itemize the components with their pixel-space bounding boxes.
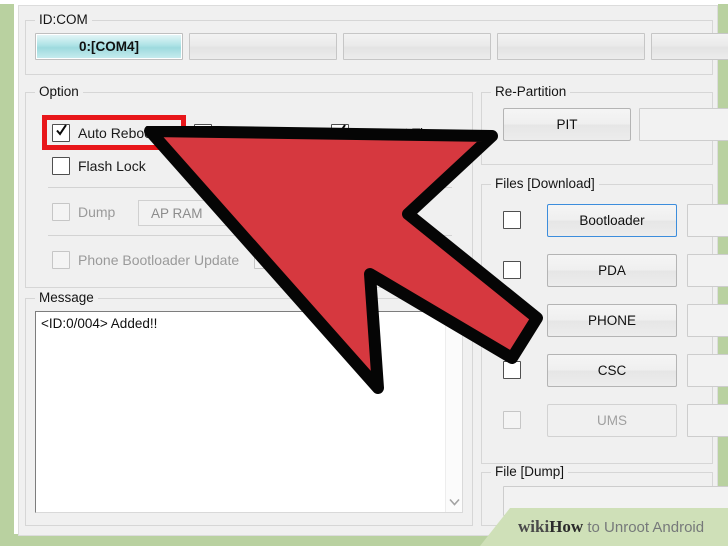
odin-flash-tool-screenshot: ID:COM 0:[COM4] Option Auto Reboot Re-Pa… <box>0 0 728 546</box>
app-window: ID:COM 0:[COM4] Option Auto Reboot Re-Pa… <box>18 5 728 536</box>
flash-lock-checkbox-box[interactable] <box>52 157 70 175</box>
pda-path-field[interactable] <box>687 254 728 287</box>
csc-checkbox[interactable] <box>503 361 521 379</box>
com-slot-3-label <box>498 34 644 59</box>
ums-path-field <box>687 404 728 437</box>
frame-edge-top <box>0 0 728 4</box>
dump-label: Dump <box>78 204 116 220</box>
option-extra-3-checkbox-box <box>254 251 272 269</box>
ums-checkbox <box>503 411 521 429</box>
phone-button-label: PHONE <box>587 313 636 328</box>
message-log-text: <ID:0/004> Added!! <box>41 316 158 331</box>
dump-target-value: AP RAM <box>151 206 203 221</box>
bootloader-checkbox[interactable] <box>503 211 521 229</box>
chevron-down-icon[interactable] <box>446 493 462 510</box>
com-slot-2[interactable] <box>343 33 491 60</box>
dump-target-combo: AP RAM <box>138 200 260 226</box>
chevron-up-icon[interactable] <box>446 314 462 331</box>
option-extra-2-checkbox-box[interactable] <box>194 157 212 175</box>
com-slot-4-label <box>652 34 728 59</box>
pit-button-label: PIT <box>556 117 578 132</box>
com-slot-1[interactable] <box>189 33 337 60</box>
files-download-legend: Files [Download] <box>491 176 599 192</box>
com-slot-2-label <box>344 34 490 59</box>
bootloader-button[interactable]: Bootloader <box>547 204 677 237</box>
message-group: Message <ID:0/004> Added!! <box>25 290 473 526</box>
option-divider-1 <box>48 187 452 188</box>
com-slot-0[interactable]: 0:[COM4] <box>35 33 183 60</box>
ums-button: UMS <box>547 404 677 437</box>
csc-button-label: CSC <box>597 363 627 378</box>
files-download-group: Files [Download] Bootloader PDA PHONE CS… <box>481 176 728 464</box>
flash-lock-label: Flash Lock <box>78 158 146 174</box>
watermark-text: wikiHow to Unroot Android <box>518 517 704 537</box>
phone-button[interactable]: PHONE <box>547 304 677 337</box>
idcom-legend: ID:COM <box>35 12 92 28</box>
f-reset-time-checkbox-box[interactable] <box>331 124 349 142</box>
check-icon <box>335 124 346 136</box>
bootloader-button-label: Bootloader <box>579 213 645 228</box>
com-slot-3[interactable] <box>497 33 645 60</box>
pda-button-label: PDA <box>598 263 626 278</box>
watermark-rest: to Unroot Android <box>583 519 705 536</box>
option-divider-2 <box>48 235 452 236</box>
message-log-box[interactable]: <ID:0/004> Added!! <box>35 311 463 513</box>
message-legend: Message <box>35 290 98 306</box>
auto-reboot-highlight-box <box>42 115 186 150</box>
f-reset-time-label: F. Reset Time <box>357 125 443 141</box>
re-partition-label: Re-Partition <box>220 125 294 141</box>
com-slot-1-label <box>190 34 336 59</box>
idcom-group: ID:COM 0:[COM4] <box>25 12 728 75</box>
repartition-group: Re-Partition PIT <box>481 84 728 165</box>
com-slot-0-label: 0:[COM4] <box>79 39 139 54</box>
phone-path-field[interactable] <box>687 304 728 337</box>
pda-button[interactable]: PDA <box>547 254 677 287</box>
re-partition-checkbox-box[interactable] <box>194 124 212 142</box>
pit-path-field[interactable] <box>639 108 728 141</box>
watermark-how: How <box>549 517 584 536</box>
phone-bootloader-update-label: Phone Bootloader Update <box>78 252 240 268</box>
com-slot-4[interactable] <box>651 33 728 60</box>
phone-checkbox[interactable] <box>503 311 521 329</box>
pda-checkbox[interactable] <box>503 261 521 279</box>
option-group: Option Auto Reboot Re-Partition F. Reset… <box>25 84 473 288</box>
csc-path-field[interactable] <box>687 354 728 387</box>
wikihow-watermark: wikiHow to Unroot Android <box>480 508 728 546</box>
pit-button[interactable]: PIT <box>503 108 631 141</box>
dump-checkbox-box <box>52 203 70 221</box>
ums-button-label: UMS <box>597 413 627 428</box>
repartition-legend: Re-Partition <box>491 84 571 100</box>
frame-edge-left <box>0 0 14 546</box>
chevron-down-icon <box>242 211 250 215</box>
option-legend: Option <box>35 84 83 100</box>
watermark-wiki: wiki <box>518 517 550 536</box>
message-scrollbar[interactable] <box>445 312 462 512</box>
csc-button[interactable]: CSC <box>547 354 677 387</box>
file-dump-legend: File [Dump] <box>491 464 569 480</box>
bootloader-path-field[interactable] <box>687 204 728 237</box>
phone-bootloader-update-checkbox-box <box>52 251 70 269</box>
